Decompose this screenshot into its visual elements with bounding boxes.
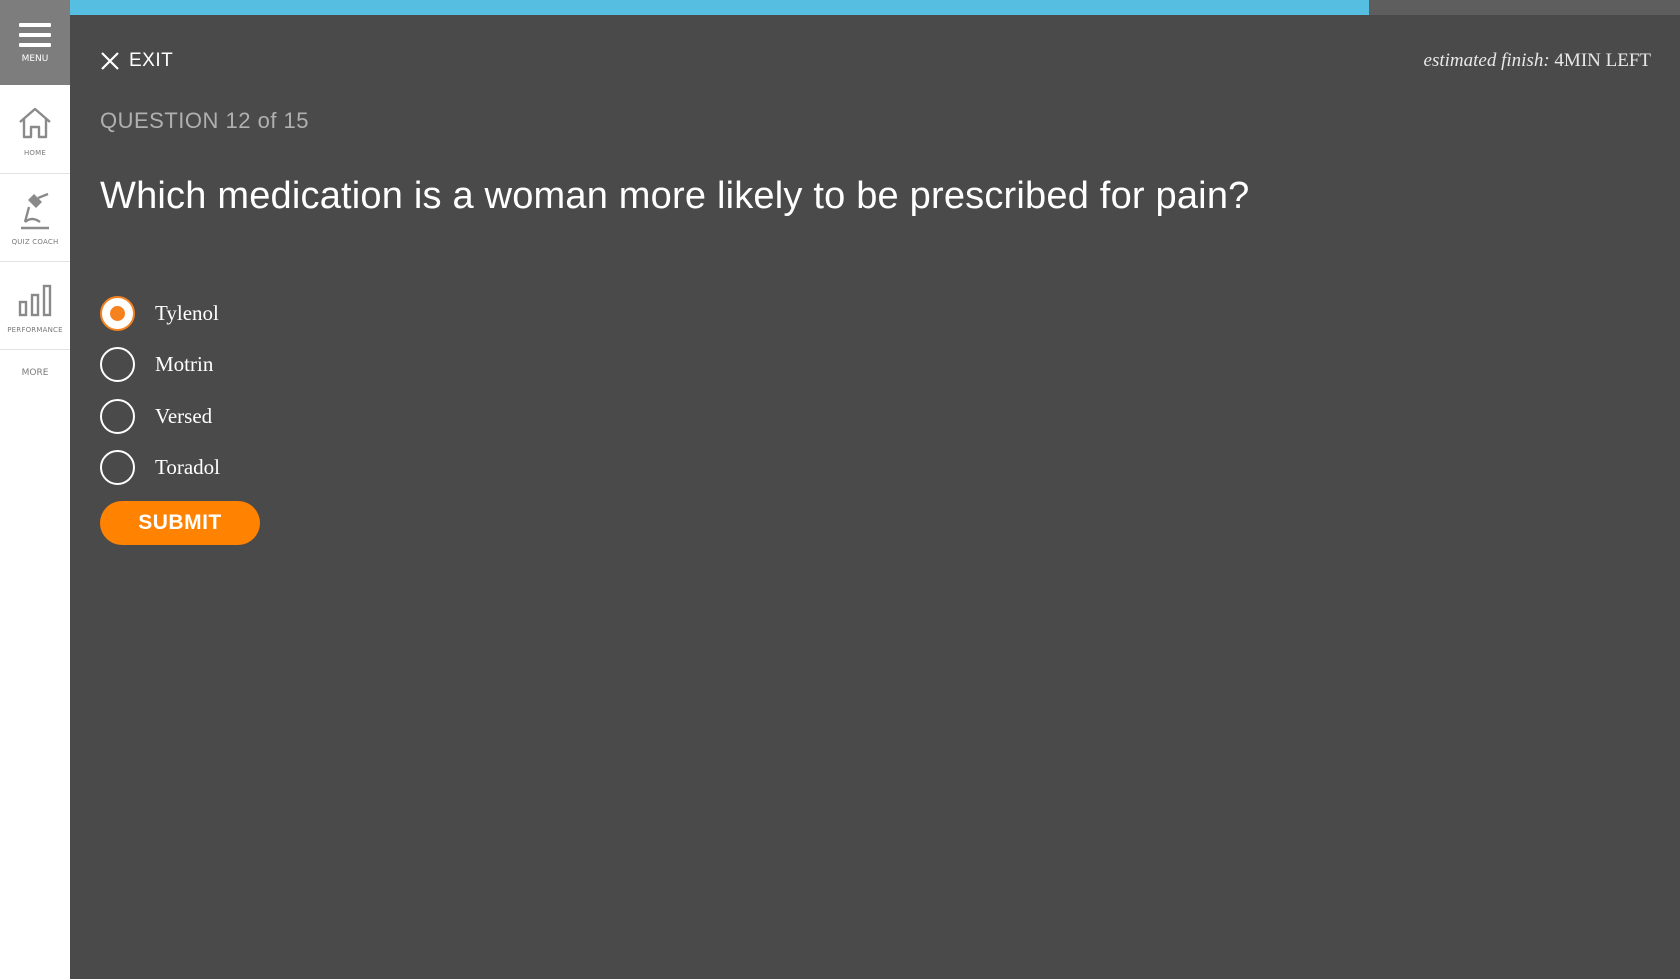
- radio-button[interactable]: [100, 398, 135, 434]
- estimated-finish: estimated finish: 4MIN LEFT: [1424, 50, 1651, 72]
- sidebar-item-more[interactable]: MORE: [0, 368, 70, 378]
- submit-button[interactable]: SUBMIT: [100, 501, 260, 545]
- answer-option-motrin[interactable]: Motrin: [100, 346, 220, 384]
- radio-button[interactable]: [100, 347, 135, 382]
- answer-option-toradol[interactable]: Toradol: [100, 449, 220, 487]
- question-counter: QUESTION 12 of 15: [100, 108, 310, 133]
- question-text: Which medication is a woman more likely …: [100, 175, 1250, 217]
- progress-fill: [70, 0, 1370, 15]
- hamburger-icon: [19, 23, 51, 53]
- answer-label: Tylenol: [155, 300, 219, 325]
- sidebar-item-home[interactable]: HOME: [0, 85, 70, 174]
- sidebar-item-performance[interactable]: PERFORMANCE: [0, 262, 70, 350]
- answer-label: Motrin: [155, 352, 214, 376]
- close-icon: [101, 52, 119, 70]
- answer-label: Toradol: [155, 455, 221, 479]
- radio-button[interactable]: [100, 450, 135, 485]
- exit-button[interactable]: EXIT: [100, 50, 173, 72]
- coach-icon: [18, 192, 52, 232]
- answer-label: Versed: [155, 403, 213, 428]
- exit-label: EXIT: [129, 50, 174, 71]
- menu-button[interactable]: MENU: [0, 0, 70, 85]
- sidebar: MENU HOME QUIZ COACH PERFORMANCE MORE: [0, 0, 70, 979]
- progress-bar: [70, 0, 1680, 15]
- finish-value: 4MIN LEFT: [1554, 50, 1651, 71]
- answer-option-versed[interactable]: Versed: [100, 397, 220, 435]
- radio-button-selected[interactable]: [100, 295, 135, 331]
- answer-options: Tylenol Motrin Versed Toradol: [100, 294, 220, 500]
- menu-label: MENU: [21, 54, 49, 64]
- finish-prefix: estimated finish:: [1423, 50, 1550, 71]
- answer-option-tylenol[interactable]: Tylenol: [100, 294, 220, 332]
- sidebar-item-label: HOME: [23, 149, 47, 157]
- sidebar-item-quiz-coach[interactable]: QUIZ COACH: [0, 174, 70, 262]
- sidebar-item-label: QUIZ COACH: [11, 238, 59, 246]
- bar-chart-icon: [17, 280, 53, 320]
- home-icon: [17, 103, 53, 143]
- sidebar-item-label: PERFORMANCE: [7, 326, 63, 334]
